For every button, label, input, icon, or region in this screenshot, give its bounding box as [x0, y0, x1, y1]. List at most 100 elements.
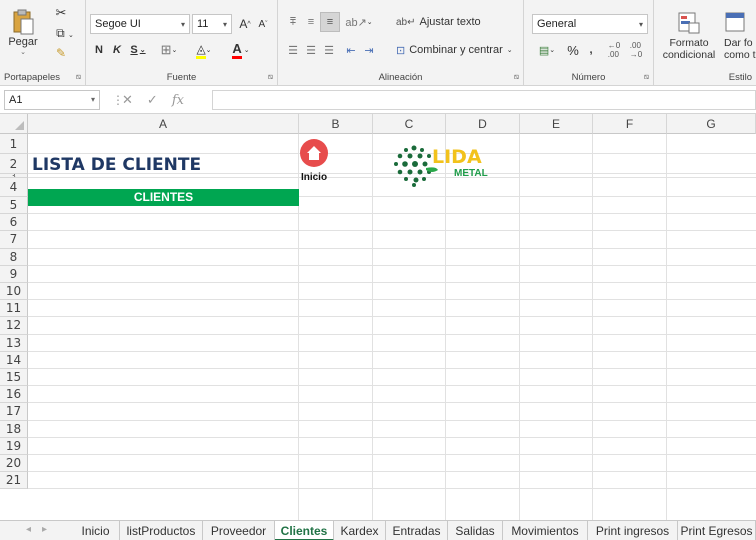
format-as-table-icon — [725, 12, 745, 32]
column-header-a[interactable]: A — [28, 114, 299, 134]
increase-decimal-button[interactable]: ←0.00 — [604, 40, 624, 60]
sheet-tab-movimientos[interactable]: Movimientos — [503, 521, 588, 540]
sheet-tab-kardex[interactable]: Kardex — [334, 521, 386, 540]
font-color-button[interactable]: A ⌄ — [224, 40, 258, 60]
grid-hline — [28, 247, 756, 249]
decrease-indent-button[interactable]: ⇤ — [342, 40, 360, 60]
column-header-f[interactable]: F — [593, 114, 667, 134]
sheet-tab-entradas[interactable]: Entradas — [386, 521, 448, 540]
formula-bar: A1 ▾ ⋮ ✕✓fx — [0, 86, 756, 114]
grid-vline — [519, 134, 520, 520]
column-header-d[interactable]: D — [446, 114, 520, 134]
align-right-button[interactable]: ☰ — [320, 40, 338, 60]
row-header-7[interactable]: 7 — [0, 231, 28, 249]
align-center-button[interactable]: ☰ — [302, 40, 320, 60]
row-header-8[interactable]: 8 — [0, 248, 28, 266]
decrease-decimal-button[interactable]: .00 →0 — [626, 40, 646, 60]
number-format-combo[interactable]: General ▾ — [532, 14, 648, 34]
home-button[interactable]: Inicio — [297, 138, 331, 186]
align-middle-icon: ≡ — [307, 16, 315, 28]
formula-input[interactable] — [212, 90, 756, 110]
conditional-format-button[interactable]: Formato condicional — [660, 8, 718, 64]
align-top-icon: ⩱ — [289, 15, 297, 28]
number-format-value: General — [537, 18, 577, 30]
row-header-19[interactable]: 19 — [0, 437, 28, 455]
select-all-button[interactable] — [0, 114, 28, 134]
row-header-12[interactable]: 12 — [0, 317, 28, 335]
sheet-tab-print-ingresos[interactable]: Print ingresos — [588, 521, 678, 540]
align-left-button[interactable]: ☰ — [284, 40, 302, 60]
paste-button[interactable]: Pegar ⌄ — [4, 4, 42, 60]
scroll-right-icon[interactable]: ▸ — [42, 524, 47, 535]
row-header-13[interactable]: 13 — [0, 334, 28, 352]
wrap-text-button[interactable]: ab↵ Ajustar texto — [396, 12, 506, 32]
bold-button[interactable]: N — [90, 40, 108, 60]
grid-hline — [28, 316, 756, 318]
name-box[interactable]: A1 ▾ — [4, 90, 100, 110]
row-header-9[interactable]: 9 — [0, 265, 28, 283]
number-launcher-icon[interactable]: ⧅ — [644, 72, 649, 82]
company-logo: LIDA METAL — [392, 144, 492, 188]
italic-button[interactable]: K — [108, 40, 126, 60]
accounting-format-button[interactable]: ▤ ⌄ — [532, 40, 562, 60]
sheet-tab-listproductos[interactable]: listProductos — [120, 521, 203, 540]
row-header-5[interactable]: 5 — [0, 197, 28, 215]
row-header-2[interactable]: 2 — [0, 154, 28, 174]
grow-font-button[interactable]: A ^ — [236, 14, 254, 34]
sheet-tab-proveedor[interactable]: Proveedor — [203, 521, 275, 540]
sheet-tab-clientes[interactable]: Clientes — [275, 521, 334, 540]
format-as-table-button[interactable]: Dar fo como t — [724, 8, 756, 64]
align-bottom-button[interactable]: ≡ — [320, 12, 340, 32]
confirm-icon[interactable]: ✓ — [147, 92, 172, 107]
sheet-tab-salidas[interactable]: Salidas — [448, 521, 503, 540]
merge-center-button[interactable]: ⊡ Combinar y centrar ⌄ — [396, 40, 520, 60]
alignment-launcher-icon[interactable]: ⧅ — [514, 72, 519, 82]
column-header-c[interactable]: C — [373, 114, 446, 134]
borders-button[interactable]: ⊞ ⌄ — [154, 40, 184, 60]
row-header-16[interactable]: 16 — [0, 386, 28, 404]
row-header-15[interactable]: 15 — [0, 369, 28, 387]
row-header-10[interactable]: 10 — [0, 283, 28, 301]
comma-button[interactable]: , — [584, 40, 598, 60]
row-header-20[interactable]: 20 — [0, 455, 28, 473]
row-header-17[interactable]: 17 — [0, 403, 28, 421]
orientation-button[interactable]: ab↗ ⌄ — [344, 12, 374, 32]
alignment-group: ⩱ ≡ ≡ ab↗ ⌄ ab↵ Ajustar texto ☰ ☰ ☰ ⇤ ⇥ ⊡… — [278, 0, 524, 86]
row-header-18[interactable]: 18 — [0, 420, 28, 438]
sheet-tab-print-egresos[interactable]: Print Egresos — [678, 521, 756, 540]
row-header-1[interactable]: 1 — [0, 134, 28, 154]
underline-button[interactable]: S ⌄ — [126, 40, 150, 60]
sheet-tab-inicio[interactable]: Inicio — [72, 521, 120, 540]
styles-group: Formato condicional Dar fo como t Estilo — [654, 0, 756, 86]
row-header-6[interactable]: 6 — [0, 214, 28, 232]
font-launcher-icon[interactable]: ⧅ — [268, 72, 273, 82]
grid-hline — [28, 282, 756, 283]
cut-button[interactable]: ✂ — [50, 4, 72, 22]
scroll-left-icon[interactable]: ◂ — [26, 524, 31, 535]
shrink-font-button[interactable]: Aˇ — [254, 14, 272, 34]
row-header-4[interactable]: 4 — [0, 178, 28, 197]
paste-icon — [13, 9, 34, 35]
align-top-button[interactable]: ⩱ — [284, 12, 302, 32]
column-header-g[interactable]: G — [667, 114, 756, 134]
format-painter-button[interactable]: ✎ — [50, 44, 72, 62]
copy-button[interactable]: ⧉ ⌄ — [50, 24, 80, 42]
increase-indent-button[interactable]: ⇥ — [360, 40, 378, 60]
column-header-b[interactable]: B — [299, 114, 373, 134]
spreadsheet-grid[interactable]: ABCDEFG 1 2 3 4 5 6 7 8 9 10 11 12 13 14 15 16 17 18 19 20 2… — [0, 114, 756, 520]
insert-function-icon[interactable]: fx — [172, 93, 184, 108]
percent-button[interactable]: % — [564, 40, 582, 60]
row-header-11[interactable]: 11 — [0, 300, 28, 318]
grid-hline — [28, 368, 756, 369]
cancel-icon[interactable]: ✕ — [122, 92, 147, 107]
column-header-e[interactable]: E — [520, 114, 593, 134]
fill-color-button[interactable]: ◬ ⌄ — [188, 40, 220, 60]
font-name-combo[interactable]: Segoe UI ▾ — [90, 14, 190, 34]
chevron-down-icon: ⌄ — [506, 47, 513, 54]
clipboard-launcher-icon[interactable]: ⧅ — [76, 72, 81, 82]
font-size-combo[interactable]: 11 ▾ — [192, 14, 232, 34]
row-header-21[interactable]: 21 — [0, 472, 28, 490]
sheet-tabs-bar: ◂ ▸ Inicio listProductos Proveedor Clientes… — [0, 520, 756, 540]
row-header-14[interactable]: 14 — [0, 351, 28, 369]
align-middle-button[interactable]: ≡ — [302, 12, 320, 32]
